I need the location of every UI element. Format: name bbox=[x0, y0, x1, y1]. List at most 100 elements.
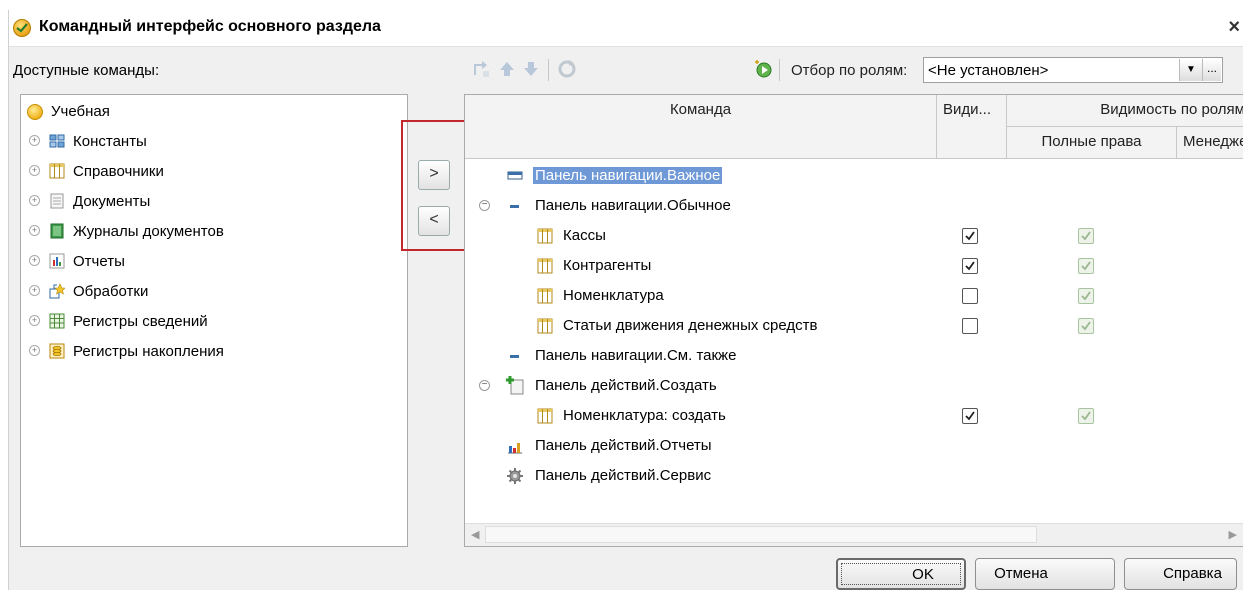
cancel-button[interactable]: Отмена bbox=[975, 558, 1115, 590]
row-label: Панель действий.Отчеты bbox=[535, 437, 712, 454]
processing-icon bbox=[49, 283, 66, 299]
add-command-button[interactable]: > bbox=[418, 160, 450, 190]
tree-item-label: Регистры накопления bbox=[73, 343, 224, 360]
catalog-icon bbox=[537, 228, 553, 244]
table-row[interactable]: Номенклатура: создать bbox=[465, 401, 1243, 431]
column-header-visibility-by-roles[interactable]: Видимость по ролям bbox=[1007, 95, 1243, 127]
catalog-icon bbox=[537, 258, 553, 274]
full-rights-checkbox[interactable] bbox=[1078, 258, 1094, 274]
app-icon bbox=[13, 19, 31, 37]
collapse-icon[interactable]: − bbox=[479, 380, 490, 391]
visible-checkbox[interactable] bbox=[962, 258, 978, 274]
collapse-icon[interactable]: − bbox=[479, 200, 490, 211]
row-label: Панель навигации.См. также bbox=[535, 347, 737, 364]
column-header-role-manager[interactable]: Менеджер bbox=[1177, 127, 1243, 159]
table-row[interactable]: Кассы bbox=[465, 221, 1243, 251]
scroll-right-icon[interactable]: ▶ bbox=[1229, 528, 1237, 541]
journal-icon bbox=[49, 223, 65, 239]
focus-ring bbox=[841, 563, 961, 585]
scrollbar-thumb[interactable] bbox=[485, 526, 1037, 543]
scroll-left-icon[interactable]: ◀ bbox=[471, 528, 479, 541]
horizontal-scrollbar[interactable]: ◀ ▶ bbox=[465, 523, 1243, 546]
document-icon bbox=[49, 193, 65, 209]
window-title: Командный интерфейс основного раздела bbox=[39, 18, 381, 35]
full-rights-checkbox[interactable] bbox=[1078, 288, 1094, 304]
column-header-command[interactable]: Команда bbox=[465, 95, 937, 159]
navigation-panel-icon bbox=[507, 348, 523, 364]
role-filter-label: Отбор по ролям: bbox=[791, 62, 908, 79]
tree-item-catalogs[interactable]: + Справочники bbox=[21, 157, 407, 187]
expand-icon[interactable]: + bbox=[29, 165, 40, 176]
expand-icon[interactable]: + bbox=[29, 195, 40, 206]
catalog-icon bbox=[537, 408, 553, 424]
dropdown-arrow-icon[interactable]: ▼ bbox=[1179, 59, 1202, 81]
tree-item-info-registers[interactable]: + Регистры сведений bbox=[21, 307, 407, 337]
constants-icon bbox=[49, 133, 65, 149]
expand-icon[interactable]: + bbox=[29, 315, 40, 326]
table-row[interactable]: Статьи движения денежных средств bbox=[465, 311, 1243, 341]
row-label: Панель навигации.Обычное bbox=[535, 197, 731, 214]
table-row[interactable]: Панель навигации.Важное bbox=[465, 161, 1243, 191]
row-label: Контрагенты bbox=[563, 257, 652, 274]
tree-item-processing[interactable]: + Обработки bbox=[21, 277, 407, 307]
table-row[interactable]: Номенклатура bbox=[465, 281, 1243, 311]
subsystem-icon bbox=[27, 104, 43, 120]
move-down-icon[interactable] bbox=[521, 59, 541, 79]
tree-item-documents[interactable]: + Документы bbox=[21, 187, 407, 217]
table-row[interactable]: Контрагенты bbox=[465, 251, 1243, 281]
tree-item-label: Документы bbox=[73, 193, 151, 210]
dialog-window: Командный интерфейс основного раздела × … bbox=[8, 10, 1243, 590]
table-row[interactable]: Панель действий.Отчеты bbox=[465, 431, 1243, 461]
visible-checkbox[interactable] bbox=[962, 288, 978, 304]
expand-icon[interactable]: + bbox=[29, 225, 40, 236]
role-filter-select[interactable]: <Не установлен> ▼ ... bbox=[923, 57, 1223, 83]
tree-item-reports[interactable]: + Отчеты bbox=[21, 247, 407, 277]
expand-icon[interactable]: + bbox=[29, 285, 40, 296]
move-up-icon[interactable] bbox=[497, 59, 517, 79]
table-row[interactable]: − Панель действий.Создать bbox=[465, 371, 1243, 401]
catalog-icon bbox=[537, 288, 553, 304]
command-interface-table[interactable]: Команда Види... Видимость по ролям Полны… bbox=[464, 94, 1243, 547]
expand-icon[interactable]: + bbox=[29, 345, 40, 356]
tree-item-label: Справочники bbox=[73, 163, 164, 180]
visible-checkbox[interactable] bbox=[962, 228, 978, 244]
visible-checkbox[interactable] bbox=[962, 408, 978, 424]
report-icon bbox=[49, 253, 65, 269]
tree-item-uchebnaya[interactable]: Учебная bbox=[21, 97, 407, 127]
column-header-role-full[interactable]: Полные права bbox=[1007, 127, 1177, 159]
create-actions-icon bbox=[505, 375, 525, 395]
restore-default-icon[interactable] bbox=[557, 59, 577, 79]
row-label: Номенклатура: создать bbox=[563, 407, 726, 424]
tree-item-label: Константы bbox=[73, 133, 147, 150]
expand-icon[interactable]: + bbox=[29, 255, 40, 266]
expand-icon[interactable]: + bbox=[29, 135, 40, 146]
row-label: Панель действий.Сервис bbox=[535, 467, 712, 484]
remove-command-button[interactable]: < bbox=[418, 206, 450, 236]
tree-item-accumulation-registers[interactable]: + Регистры накопления bbox=[21, 337, 407, 367]
toolbar-separator bbox=[779, 59, 780, 81]
title-bar: Командный интерфейс основного раздела × bbox=[9, 10, 1243, 47]
row-label: Панель навигации.Важное bbox=[533, 167, 723, 184]
tree-item-label: Отчеты bbox=[73, 253, 125, 270]
select-dots-button[interactable]: ... bbox=[1202, 59, 1221, 81]
help-button[interactable]: Справка bbox=[1124, 558, 1237, 590]
table-row[interactable]: − Панель навигации.Обычное bbox=[465, 191, 1243, 221]
available-commands-tree[interactable]: Учебная + Константы + Справочники + Доку… bbox=[20, 94, 408, 547]
table-row[interactable]: Панель действий.Сервис bbox=[465, 461, 1243, 491]
default-visibility-icon[interactable] bbox=[753, 59, 773, 79]
visible-checkbox[interactable] bbox=[962, 318, 978, 334]
tree-item-journals[interactable]: + Журналы документов bbox=[21, 217, 407, 247]
navigation-panel-icon bbox=[507, 168, 523, 184]
cancel-button-label: Отмена bbox=[994, 565, 1048, 582]
full-rights-checkbox[interactable] bbox=[1078, 408, 1094, 424]
navigation-panel-icon bbox=[507, 198, 523, 214]
full-rights-checkbox[interactable] bbox=[1078, 228, 1094, 244]
move-to-parent-icon[interactable] bbox=[471, 59, 491, 79]
column-header-visible[interactable]: Види... bbox=[937, 95, 1007, 159]
full-rights-checkbox[interactable] bbox=[1078, 318, 1094, 334]
ok-button[interactable]: OK bbox=[836, 558, 966, 590]
close-button[interactable]: × bbox=[1228, 16, 1240, 39]
tree-item-constants[interactable]: + Константы bbox=[21, 127, 407, 157]
table-row[interactable]: Панель навигации.См. также bbox=[465, 341, 1243, 371]
row-label: Панель действий.Создать bbox=[535, 377, 717, 394]
